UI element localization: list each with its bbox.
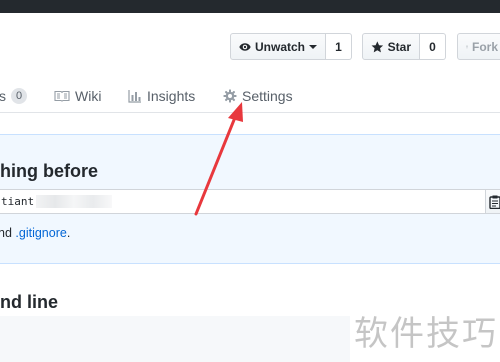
command-code-block xyxy=(0,316,350,362)
fork-button[interactable]: Fork xyxy=(457,33,500,60)
book-icon xyxy=(54,90,70,102)
eye-icon xyxy=(239,42,251,51)
github-header-bar xyxy=(0,0,500,13)
stargazers-count-value: 0 xyxy=(429,39,436,54)
quick-setup-note: nd .gitignore. xyxy=(0,226,70,240)
watchers-count[interactable]: 1 xyxy=(326,33,352,60)
gear-icon xyxy=(223,89,237,103)
chevron-down-icon xyxy=(309,44,317,49)
gitignore-link[interactable]: .gitignore xyxy=(15,226,66,240)
copy-to-clipboard-button[interactable] xyxy=(485,189,500,214)
redacted-url-blur xyxy=(36,195,113,208)
clone-url-text: tiant xyxy=(1,195,35,208)
tab-projects-counter: 0 xyxy=(11,88,28,104)
tabs-divider xyxy=(0,112,500,113)
unwatch-label: Unwatch xyxy=(254,39,305,54)
repo-nav: s 0 Wiki Insights Settings xyxy=(0,84,500,110)
unwatch-button[interactable]: Unwatch xyxy=(230,33,326,60)
star-icon xyxy=(371,40,384,52)
fork-label: Fork xyxy=(471,39,498,54)
watermark-text: 软件技巧 xyxy=(354,314,498,354)
quick-setup-title: hing before xyxy=(0,161,98,181)
command-line-section-title: nd line xyxy=(0,292,58,312)
tab-projects-label: s xyxy=(0,88,6,104)
note-prefix: nd xyxy=(0,226,12,240)
graph-icon xyxy=(128,90,141,103)
clipboard-icon xyxy=(489,195,500,209)
note-suffix: . xyxy=(66,226,71,240)
tab-settings-label: Settings xyxy=(242,88,293,104)
star-button[interactable]: Star xyxy=(362,33,420,60)
tab-insights[interactable]: Insights xyxy=(128,84,195,108)
watchers-count-value: 1 xyxy=(335,39,342,54)
tab-wiki-label: Wiki xyxy=(75,88,102,104)
tab-insights-label: Insights xyxy=(147,88,196,104)
tab-settings[interactable]: Settings xyxy=(223,84,293,108)
tab-projects[interactable]: s 0 xyxy=(0,84,28,108)
fork-icon xyxy=(466,45,468,48)
stargazers-count[interactable]: 0 xyxy=(420,33,446,60)
tab-wiki[interactable]: Wiki xyxy=(54,84,101,108)
clone-url-input[interactable]: tiant xyxy=(0,189,486,214)
star-label: Star xyxy=(387,39,411,54)
